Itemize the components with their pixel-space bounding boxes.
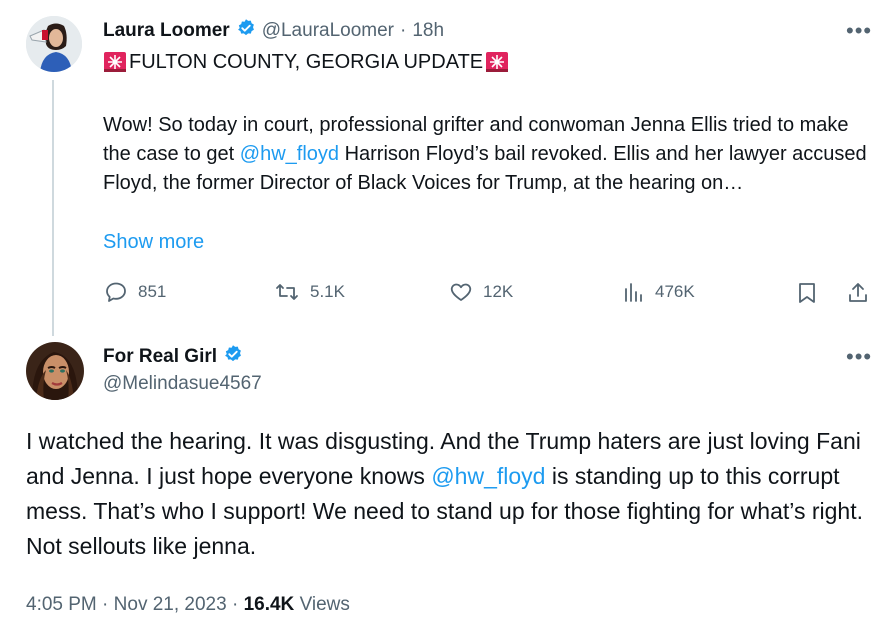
- thread-connector-line: [52, 80, 54, 336]
- retweet-button[interactable]: 5.1K: [274, 280, 345, 304]
- police-light-icon: [103, 50, 127, 74]
- avatar-laura-loomer[interactable]: [26, 16, 82, 72]
- tweet-body: Wow! So today in court, professional gri…: [103, 111, 873, 198]
- show-more-link[interactable]: Show more: [103, 231, 204, 254]
- more-options-icon[interactable]: •••: [846, 20, 872, 42]
- author-name-2[interactable]: For Real Girl: [103, 346, 217, 368]
- reply-icon: [104, 280, 128, 304]
- retweet-count: 5.1K: [310, 282, 345, 301]
- share-icon[interactable]: [847, 281, 869, 310]
- analytics-icon: [623, 280, 645, 304]
- views-count: 476K: [655, 282, 695, 301]
- author-handle[interactable]: @LauraLoomer: [262, 20, 394, 42]
- bookmark-icon[interactable]: [796, 281, 818, 310]
- avatar-for-real-girl[interactable]: [26, 342, 84, 400]
- views-total: 16.4K: [243, 594, 295, 615]
- police-light-icon-2: [485, 50, 509, 74]
- author-handle-2[interactable]: @Melindasue4567: [103, 373, 262, 395]
- tweet-metadata: 4:05 PM · Nov 21, 2023 · 16.4K Views: [26, 594, 350, 616]
- retweet-icon: [274, 280, 300, 304]
- verified-badge-icon-2: [223, 344, 243, 369]
- tweet-timestamp[interactable]: 4:05 PM: [26, 594, 97, 615]
- tweet-date[interactable]: Nov 21, 2023: [114, 594, 227, 615]
- like-count: 12K: [483, 282, 514, 301]
- verified-badge-icon: [236, 18, 256, 43]
- mention-link[interactable]: @hw_floyd: [240, 143, 339, 165]
- separator-dot-3: ·: [231, 594, 239, 615]
- mention-link-2[interactable]: @hw_floyd: [431, 463, 545, 489]
- separator-dot: ·: [400, 19, 407, 41]
- tweet-time[interactable]: 18h: [412, 20, 444, 42]
- separator-dot-2: ·: [102, 594, 109, 615]
- tweet-headline: FULTON COUNTY, GEORGIA UPDATE: [129, 50, 484, 73]
- like-button[interactable]: 12K: [449, 280, 513, 304]
- reply-count: 851: [138, 282, 167, 301]
- views-label: Views: [299, 594, 350, 615]
- reply-button[interactable]: 851: [104, 280, 166, 304]
- heart-icon: [449, 280, 473, 304]
- tweet-body-2: I watched the hearing. It was disgusting…: [26, 424, 871, 564]
- author-name[interactable]: Laura Loomer: [103, 20, 230, 42]
- views-button[interactable]: 476K: [623, 280, 695, 304]
- more-options-icon-2[interactable]: •••: [846, 346, 872, 368]
